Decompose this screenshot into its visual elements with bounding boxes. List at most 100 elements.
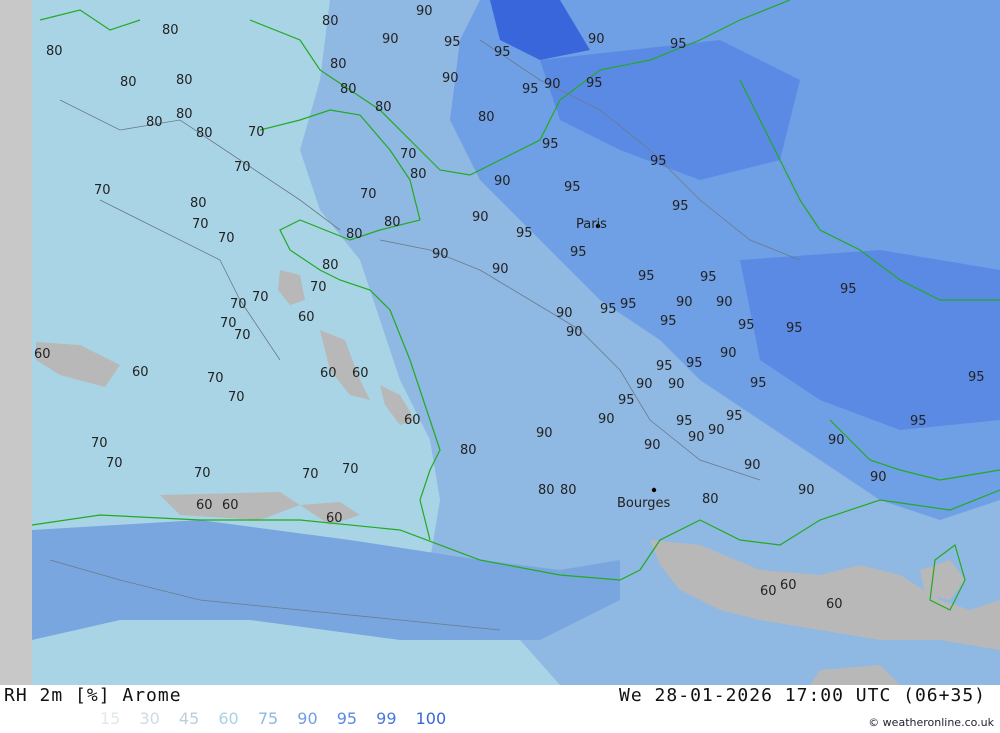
contour-label: 70: [400, 147, 417, 162]
contour-label: 95: [542, 137, 559, 152]
contour-label: 70: [302, 467, 319, 482]
legend-entry: 90: [297, 709, 318, 728]
contour-label: 80: [196, 126, 213, 141]
contour-label: 80: [538, 483, 555, 498]
contour-label: 90: [494, 174, 511, 189]
contour-label: 95: [786, 321, 803, 336]
contour-label: 60: [132, 365, 149, 380]
city-dot-icon: [651, 487, 657, 493]
contour-label: 80: [46, 44, 63, 59]
contour-label: 95: [686, 356, 703, 371]
contour-label: 95: [522, 82, 539, 97]
contour-label: 90: [472, 210, 489, 225]
contour-label: 90: [636, 377, 653, 392]
contour-label: 70: [230, 297, 247, 312]
contour-label: 95: [650, 154, 667, 169]
contour-label: 80: [322, 258, 339, 273]
contour-label: 80: [176, 73, 193, 88]
contour-label: 95: [750, 376, 767, 391]
contour-label: 80: [560, 483, 577, 498]
contour-label: 80: [146, 115, 163, 130]
contour-label: 60: [320, 366, 337, 381]
contour-label: 90: [432, 247, 449, 262]
contour-label: 70: [234, 328, 251, 343]
contour-label: 90: [382, 32, 399, 47]
contour-label: 80: [340, 82, 357, 97]
legend-entry: 15: [100, 709, 121, 728]
contour-label: 90: [644, 438, 661, 453]
contour-label: 70: [360, 187, 377, 202]
legend-entry: 100: [415, 709, 447, 728]
contour-label: 80: [460, 443, 477, 458]
contour-label: 95: [570, 245, 587, 260]
contour-label: 90: [556, 306, 573, 321]
contour-label: 90: [536, 426, 553, 441]
contour-label: 90: [744, 458, 761, 473]
contour-label: 90: [720, 346, 737, 361]
contour-label: 95: [656, 359, 673, 374]
contour-label: 70: [192, 217, 209, 232]
contour-label: 60: [196, 498, 213, 513]
contour-label: 60: [326, 511, 343, 526]
contour-label: 90: [566, 325, 583, 340]
contour-label: 70: [342, 462, 359, 477]
contour-label: 90: [598, 412, 615, 427]
credit-link[interactable]: © weatheronline.co.uk: [868, 716, 994, 729]
contour-label: 95: [494, 45, 511, 60]
contour-label: 95: [672, 199, 689, 214]
footer-bar: RH 2m [%] Arome We 28-01-2026 17:00 UTC …: [0, 685, 1000, 733]
contour-label: 90: [716, 295, 733, 310]
contour-label: 80: [346, 227, 363, 242]
contour-label: 70: [248, 125, 265, 140]
contour-label: 95: [840, 282, 857, 297]
contour-label: 90: [708, 423, 725, 438]
contour-label: 70: [234, 160, 251, 175]
contour-label: 90: [442, 71, 459, 86]
contour-label: 80: [375, 100, 392, 115]
contour-label: 70: [228, 390, 245, 405]
legend-entry: 75: [257, 709, 279, 728]
contour-label: 90: [544, 77, 561, 92]
contour-label: 90: [798, 483, 815, 498]
contour-label: 95: [586, 76, 603, 91]
map-border-left: [0, 0, 32, 685]
contour-label: 95: [726, 409, 743, 424]
contour-label: 60: [352, 366, 369, 381]
contour-label: 80: [176, 107, 193, 122]
contour-label: 95: [444, 35, 461, 50]
contour-label: 90: [492, 262, 509, 277]
contour-label: 60: [826, 597, 843, 612]
rh-map: Paris Bourges 80 80 80 80 80 80 80 80 80…: [0, 0, 1000, 685]
contour-label: 80: [120, 75, 137, 90]
contour-label: 95: [620, 297, 637, 312]
contour-label: 60: [760, 584, 777, 599]
contour-label: 90: [416, 4, 433, 19]
contour-label: 70: [207, 371, 224, 386]
legend-entry: 45: [178, 709, 200, 728]
contour-label: 90: [588, 32, 605, 47]
contour-label: 95: [738, 318, 755, 333]
contour-label: 80: [702, 492, 719, 507]
contour-label: 90: [668, 377, 685, 392]
contour-label: 60: [34, 347, 51, 362]
contour-label: 95: [968, 370, 985, 385]
contour-label: 90: [688, 430, 705, 445]
contour-label: 80: [410, 167, 427, 182]
map-area[interactable]: Paris Bourges 80 80 80 80 80 80 80 80 80…: [0, 0, 1000, 685]
contour-label: 95: [670, 37, 687, 52]
contour-label: 95: [660, 314, 677, 329]
contour-label: 60: [222, 498, 239, 513]
contour-label: 70: [106, 456, 123, 471]
place-label-bourges: Bourges: [617, 496, 670, 511]
contour-label: 60: [780, 578, 797, 593]
contour-label: 95: [700, 270, 717, 285]
color-legend: 15 30 45 60 75 90 95 99 100: [100, 709, 460, 728]
map-title: RH 2m [%] Arome: [4, 685, 182, 706]
contour-label: 95: [676, 414, 693, 429]
contour-label: 95: [638, 269, 655, 284]
contour-label: 90: [828, 433, 845, 448]
contour-label: 90: [676, 295, 693, 310]
contour-label: 60: [404, 413, 421, 428]
contour-label: 90: [870, 470, 887, 485]
contour-label: 95: [564, 180, 581, 195]
